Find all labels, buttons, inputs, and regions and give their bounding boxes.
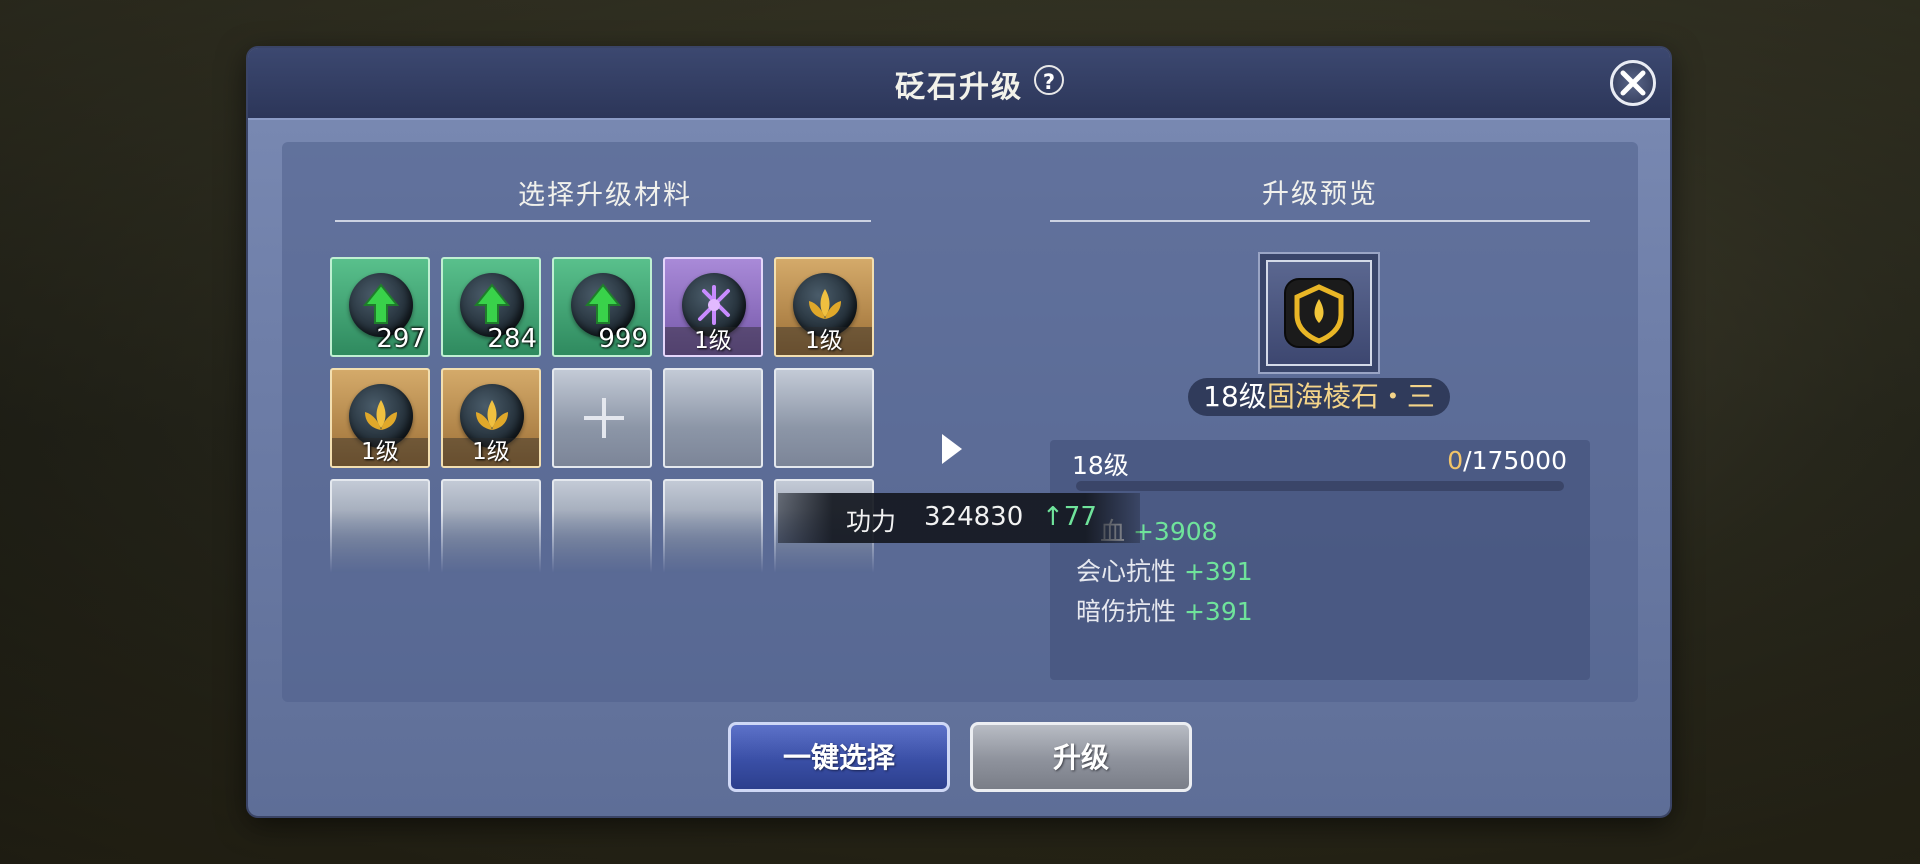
item-level: 1级: [332, 438, 428, 466]
material-slot[interactable]: 1级: [774, 257, 874, 357]
play-arrow-icon: [940, 432, 964, 470]
power-increase: ↑77: [1042, 502, 1097, 532]
empty-slot[interactable]: [552, 479, 652, 573]
material-slot[interactable]: 1级: [441, 368, 541, 468]
material-slot[interactable]: 297: [330, 257, 430, 357]
auto-select-button[interactable]: 一键选择: [728, 722, 950, 792]
add-material-slot[interactable]: [552, 368, 652, 468]
item-name-level: 18级: [1203, 380, 1267, 413]
empty-slot[interactable]: [663, 479, 763, 573]
experience-bar: [1076, 481, 1564, 491]
stat-value: +391: [1183, 557, 1253, 586]
item-name: 固海棱石・三: [1266, 380, 1435, 413]
exp-current: 0: [1447, 446, 1464, 475]
item-count: 284: [487, 324, 537, 354]
item-count: 999: [598, 324, 648, 354]
title-bar: 砭石升级 ?: [248, 48, 1670, 120]
up-arrow-icon: ↑: [1042, 502, 1064, 532]
preview-divider: [1050, 220, 1590, 222]
stat-label: 会心抗性: [1076, 557, 1177, 586]
power-label: 功力: [846, 507, 897, 536]
item-count: 297: [376, 324, 426, 354]
upgrade-button[interactable]: 升级: [970, 722, 1192, 792]
empty-slot[interactable]: [441, 479, 541, 573]
materials-title: 选择升级材料: [518, 180, 692, 211]
stat-label: 暗伤抗性: [1076, 597, 1177, 626]
item-name-badge: 18级固海棱石・三: [1188, 378, 1450, 416]
material-slot[interactable]: 1级: [330, 368, 430, 468]
close-button[interactable]: [1610, 60, 1656, 106]
help-button[interactable]: ?: [1034, 65, 1064, 95]
material-slot[interactable]: 284: [441, 257, 541, 357]
empty-slot[interactable]: [663, 368, 763, 468]
preview-item-frame[interactable]: [1258, 252, 1380, 374]
exp-total: /175000: [1463, 446, 1567, 475]
power-value: 324830: [924, 502, 1024, 532]
stat-row: 暗伤抗性 +391: [1076, 592, 1253, 628]
empty-slot[interactable]: [774, 368, 874, 468]
plus-icon: [584, 398, 624, 438]
stat-value: +3908: [1132, 517, 1218, 546]
current-level: 18级: [1072, 451, 1129, 480]
item-level: 1级: [776, 327, 872, 355]
empty-slot[interactable]: [330, 479, 430, 573]
power-delta: 77: [1063, 502, 1097, 532]
experience-text: 0/175000: [1447, 446, 1567, 475]
power-tooltip: 功力 324830 ↑77: [778, 493, 1140, 543]
materials-divider: [335, 220, 871, 222]
material-slot[interactable]: 999: [552, 257, 652, 357]
material-slot[interactable]: 1级: [663, 257, 763, 357]
preview-title: 升级预览: [1262, 179, 1378, 210]
close-icon: [1620, 70, 1646, 96]
dialog-title: 砭石升级: [895, 70, 1023, 105]
shield-gem-icon: [1284, 278, 1354, 348]
stat-row: 会心抗性 +391: [1076, 552, 1253, 588]
stat-value: +391: [1183, 597, 1253, 626]
item-level: 1级: [443, 438, 539, 466]
item-level: 1级: [665, 327, 761, 355]
preview-item: [1266, 260, 1372, 366]
